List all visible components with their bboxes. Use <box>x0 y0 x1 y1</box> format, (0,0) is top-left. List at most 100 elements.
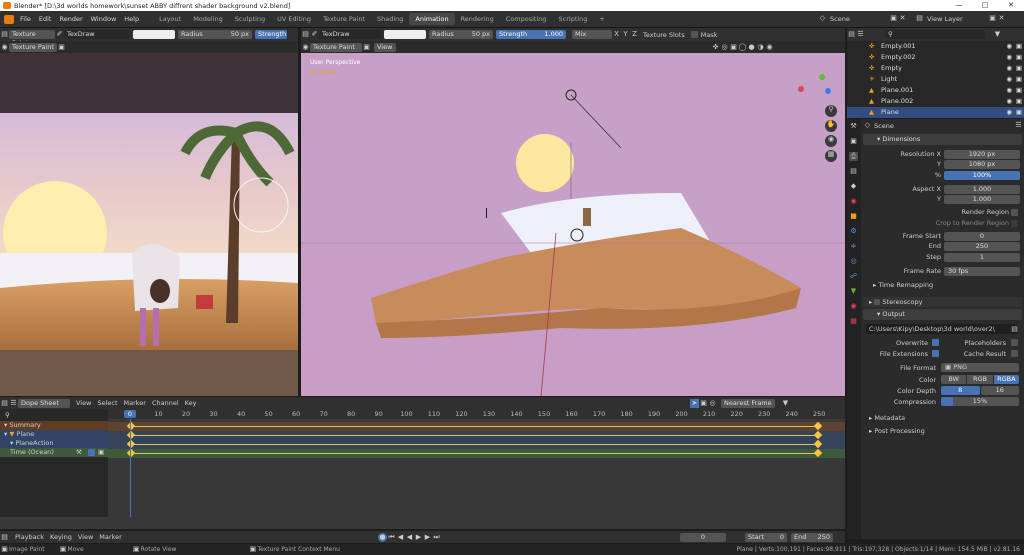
main-mode-select[interactable]: Texture Paint <box>310 42 362 52</box>
file-format-select[interactable]: ▣ PNG <box>941 363 1019 372</box>
scene-name[interactable]: Scene <box>827 15 889 23</box>
visibility-eye-icon[interactable]: ◉ <box>1006 52 1012 63</box>
render-camera-icon[interactable]: ▣ <box>1016 107 1022 118</box>
tool-tab-icon[interactable]: ⚒ <box>849 122 858 131</box>
modifier-tab-icon[interactable]: ⚙ <box>849 227 858 236</box>
time-remapping-subpanel[interactable]: ▸ Time Remapping <box>861 281 1024 291</box>
shading-wire-icon[interactable]: ◯ <box>738 43 747 52</box>
left-brush-field[interactable]: TexDraw <box>64 30 130 39</box>
constraints-tab-icon[interactable]: ☍ <box>849 272 858 281</box>
outliner-item[interactable]: ▲ Plane.001 ◉ ▣ <box>847 85 1024 96</box>
visibility-eye-icon[interactable]: ◉ <box>1006 107 1012 118</box>
frame-rate-select[interactable]: 30 fps <box>944 266 1020 276</box>
timeline-menu-keying[interactable]: Keying <box>50 533 72 541</box>
frame-end-field[interactable]: 250 <box>944 242 1020 252</box>
wrench-icon[interactable]: ⚒ <box>76 448 82 457</box>
playhead-frame[interactable]: 0 <box>124 410 136 418</box>
aspect-x-field[interactable]: 1.000 <box>944 184 1020 194</box>
brush-icon[interactable]: ✐ <box>55 30 64 39</box>
render-region-checkbox[interactable] <box>1011 209 1018 217</box>
overlay-toggle-icon[interactable]: ◎ <box>720 43 729 52</box>
dope-menu-key[interactable]: Key <box>185 399 197 407</box>
shading-material-icon[interactable]: ◑ <box>756 43 765 52</box>
tab-texture-paint[interactable]: Texture Paint <box>317 13 371 25</box>
channel-plane[interactable]: ▾ ▼ Plane <box>0 430 108 439</box>
jump-start-icon[interactable]: ⏮ <box>387 533 396 542</box>
end-frame-field[interactable]: End 250 <box>791 533 833 542</box>
editor-type-icon[interactable]: ▤ <box>0 533 9 542</box>
scene-icon[interactable]: ◇ <box>818 14 827 23</box>
overwrite-checkbox[interactable] <box>932 339 939 346</box>
physics-tab-icon[interactable]: ◎ <box>849 257 858 266</box>
output-tab-icon[interactable]: ⎙ <box>849 152 858 161</box>
render-tab-icon[interactable]: ▣ <box>849 137 858 146</box>
menu-help[interactable]: Help <box>124 15 139 23</box>
editor-type-icon[interactable]: ▤ <box>301 30 310 39</box>
mask-checkbox[interactable] <box>690 31 698 38</box>
outliner-search-input[interactable]: ⚲ <box>885 30 985 39</box>
left-color-swatch[interactable] <box>133 30 175 39</box>
view-layer-close-icon[interactable]: ✕ <box>997 14 1006 23</box>
menu-edit[interactable]: Edit <box>39 15 52 23</box>
frame-ruler[interactable]: 10 20 30 40 50 60 70 80 90 100 110 120 130 140 150 160 1… <box>108 409 845 419</box>
current-frame-field[interactable]: 0 <box>680 533 726 542</box>
scene-browse-icon[interactable]: ▣ <box>889 14 898 23</box>
camera-view-icon[interactable]: ◉ <box>825 135 837 147</box>
dimensions-panel-header[interactable]: ▾ Dimensions <box>863 134 1022 145</box>
tab-shading[interactable]: Shading <box>371 13 409 25</box>
keyframe-region[interactable]: 10 20 30 40 50 60 70 80 90 100 110 120 130 140 150 160 1… <box>108 409 845 517</box>
render-camera-icon[interactable]: ▣ <box>1016 41 1022 52</box>
brush-icon[interactable]: ✐ <box>310 30 319 39</box>
outliner-item[interactable]: ✜ Empty.002 ◉ ▣ <box>847 52 1024 63</box>
timeline-menu-playback[interactable]: Playback <box>15 533 44 541</box>
channel-mute-checkbox[interactable] <box>88 449 95 456</box>
stereoscopy-panel-header[interactable]: ▸ Stereoscopy <box>863 297 1022 307</box>
texture-tab-icon[interactable]: ▦ <box>849 317 858 326</box>
timeline-menu-view[interactable]: View <box>78 533 93 541</box>
frame-start-field[interactable]: 0 <box>944 232 1020 242</box>
folder-browse-icon[interactable]: ▤ <box>1010 325 1019 334</box>
lock-icon[interactable]: ▣ <box>98 448 104 457</box>
channel-plane-action[interactable]: ▾ PlaneAction <box>0 439 108 448</box>
resolution-x-field[interactable]: 1920 px <box>944 150 1020 159</box>
main-viewport[interactable]: ▤ ✐ TexDraw Radius 50 px Strength 1.000 Mi… <box>301 28 845 396</box>
outliner-item[interactable]: ☀ Light ◉ ▣ <box>847 74 1024 85</box>
world-tab-icon[interactable]: ◉ <box>849 197 858 206</box>
render-camera-icon[interactable]: ▣ <box>1016 85 1022 96</box>
main-radius-field[interactable]: Radius 50 px <box>429 30 493 39</box>
color-bw-button[interactable]: BW <box>941 375 967 384</box>
mirror-z-icon[interactable]: Z <box>630 30 639 39</box>
maximize-icon[interactable]: □ <box>972 0 998 11</box>
color-rgba-button[interactable]: RGBA <box>993 375 1019 384</box>
tab-animation[interactable]: Animation <box>409 13 455 25</box>
pan-hand-icon[interactable]: ✋ <box>825 120 837 132</box>
dope-menu-view[interactable]: View <box>76 399 91 407</box>
depth-16-button[interactable]: 16 <box>980 386 1019 395</box>
main-brush-field[interactable]: TexDraw <box>319 30 381 39</box>
dope-sheet-mode-select[interactable]: Dope Sheet <box>18 398 70 408</box>
snap-icon[interactable]: ▣ <box>699 399 708 408</box>
view-menu[interactable]: View <box>374 42 396 52</box>
view-layer-name[interactable]: View Layer <box>924 15 988 23</box>
prev-keyframe-icon[interactable]: ◀ <box>396 533 405 542</box>
start-frame-field[interactable]: Start 0 <box>745 533 787 542</box>
tab-modeling[interactable]: Modeling <box>187 13 229 25</box>
tab-scripting[interactable]: Scripting <box>553 13 594 25</box>
timeline-menu-marker[interactable]: Marker <box>99 533 121 541</box>
data-tab-icon[interactable]: ▼ <box>849 287 858 296</box>
scene-close-icon[interactable]: ✕ <box>898 14 907 23</box>
close-icon[interactable]: ✕ <box>998 0 1024 11</box>
visibility-eye-icon[interactable]: ◉ <box>1006 41 1012 52</box>
left-mode-select-2[interactable]: Texture Paint <box>9 42 57 52</box>
menu-render[interactable]: Render <box>59 15 82 23</box>
dope-menu-channel[interactable]: Channel <box>152 399 179 407</box>
paint-mode-icon[interactable]: ◉ <box>301 43 310 52</box>
shading-solid-icon[interactable]: ● <box>747 43 756 52</box>
paint-mode-icon[interactable]: ◉ <box>0 43 9 52</box>
menu-file[interactable]: File <box>20 15 31 23</box>
channel-summary[interactable]: ▾ Summary <box>0 421 108 430</box>
visibility-eye-icon[interactable]: ◉ <box>1006 96 1012 107</box>
particles-tab-icon[interactable]: ≑ <box>849 242 858 251</box>
filter-icon[interactable]: ▼ <box>781 399 790 408</box>
main-strength-field[interactable]: Strength 1.000 <box>496 30 566 39</box>
